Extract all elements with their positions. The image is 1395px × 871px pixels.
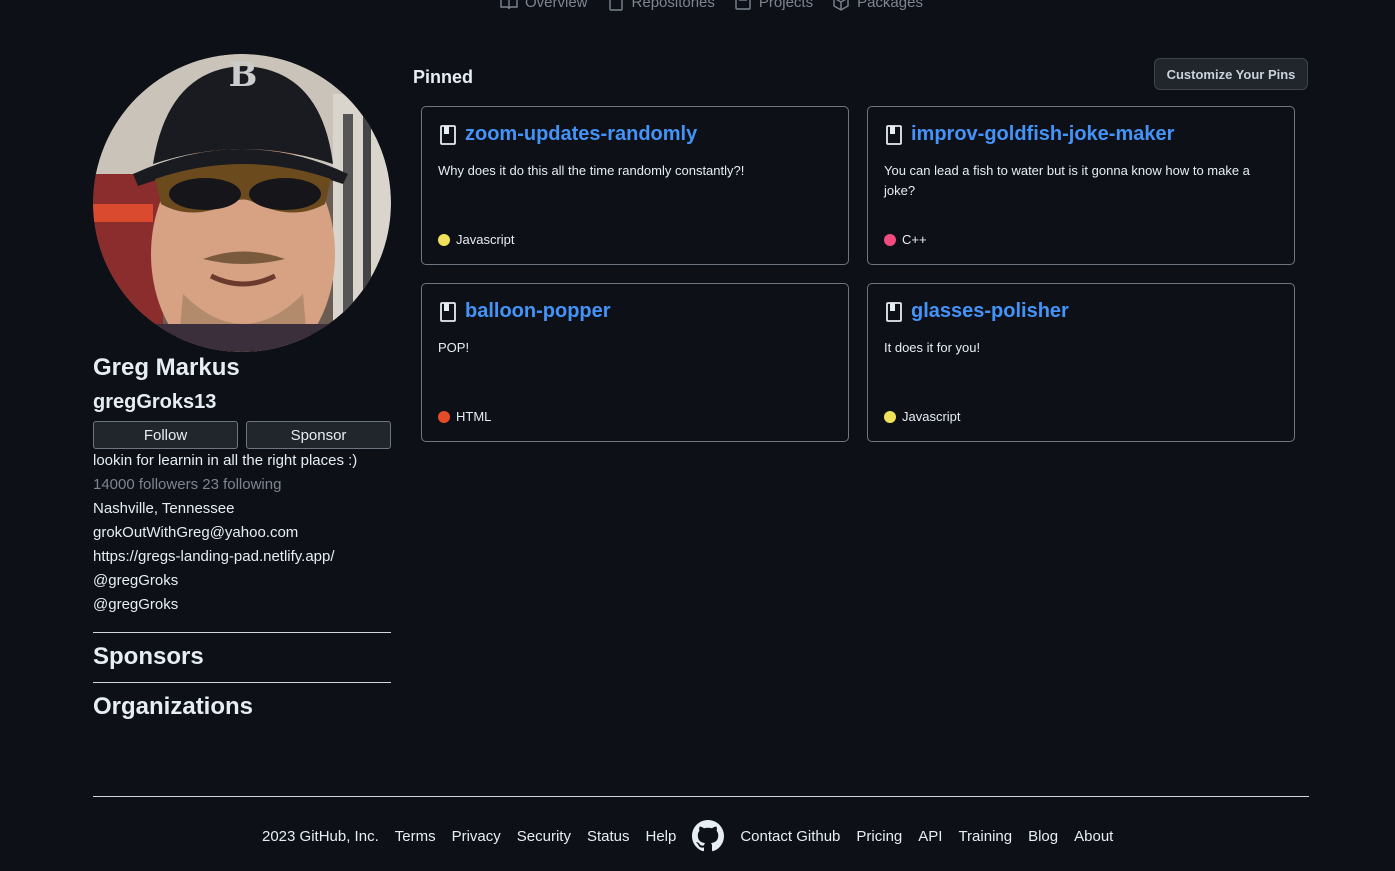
pinned-repo-card[interactable]: glasses-polisher It does it for you! Jav… [867, 283, 1295, 442]
profile-name: Greg Markus [93, 354, 240, 381]
repo-description: You can lead a fish to water but is it g… [884, 163, 1250, 198]
repo-header: glasses-polisher [885, 300, 1069, 323]
repo-icon [886, 301, 902, 322]
divider [93, 682, 391, 683]
footer: 2023 GitHub, Inc. Terms Privacy Security… [262, 820, 1113, 852]
repo-title-link[interactable]: zoom-updates-randomly [465, 123, 697, 146]
tab-overview[interactable]: Overview [499, 0, 588, 12]
tab-projects[interactable]: Projects [733, 0, 813, 12]
repo-description: Why does it do this all the time randoml… [438, 163, 745, 178]
repo-icon [440, 301, 456, 322]
profile-sidebar: B Greg Markus gregGroks13 Follow Sponsor… [93, 54, 391, 721]
language-label: Javascript [902, 409, 961, 424]
language-label: HTML [456, 409, 492, 424]
repo-title-link[interactable]: improv-goldfish-joke-maker [911, 123, 1174, 146]
pinned-repo-card[interactable]: balloon-popper POP! HTML [421, 283, 849, 442]
follow-button[interactable]: Follow [93, 421, 238, 449]
tab-packages[interactable]: Packages [831, 0, 923, 12]
footer-link-status[interactable]: Status [587, 828, 630, 845]
footer-link-security[interactable]: Security [517, 828, 571, 845]
profile-website[interactable]: https://gregs-landing-pad.netlify.app/ [93, 545, 391, 569]
avatar[interactable]: B [93, 54, 391, 352]
footer-copyright: 2023 GitHub, Inc. [262, 827, 379, 845]
profile-social-link[interactable]: @gregGroks [93, 593, 391, 617]
pinned-heading: Pinned [413, 67, 474, 87]
package-icon [833, 0, 849, 11]
footer-link-blog[interactable]: Blog [1028, 828, 1058, 845]
profile-bio: lookin for learnin in all the right plac… [93, 452, 358, 469]
book-icon [500, 0, 518, 10]
tab-packages-label: Packages [857, 0, 923, 11]
svg-text:B: B [229, 55, 258, 95]
profile-location: Nashville, Tennessee [93, 500, 235, 517]
repo-icon [608, 0, 623, 11]
sponsors-heading: Sponsors [93, 643, 204, 670]
repo-language: C++ [884, 232, 927, 247]
repo-title-link[interactable]: glasses-polisher [911, 300, 1069, 323]
footer-link-help[interactable]: Help [645, 828, 676, 845]
organizations-heading: Organizations [93, 693, 254, 720]
profile-login: gregGroks13 [93, 391, 217, 413]
footer-link-terms[interactable]: Terms [395, 828, 436, 845]
footer-link-pricing[interactable]: Pricing [856, 828, 902, 845]
repo-language: Javascript [884, 409, 961, 424]
footer-link-contact[interactable]: Contact Github [740, 828, 840, 845]
footer-link-about[interactable]: About [1074, 828, 1113, 845]
repo-language: HTML [438, 409, 491, 424]
language-color-dot [438, 233, 450, 246]
profile-actions: Follow Sponsor [93, 421, 391, 449]
tab-projects-label: Projects [758, 0, 814, 11]
repo-language: Javascript [438, 232, 515, 247]
repo-description: It does it for you! [884, 340, 981, 355]
project-icon [735, 0, 751, 10]
sponsor-button[interactable]: Sponsor [246, 421, 391, 449]
profile-social-link[interactable]: @gregGroks [93, 569, 391, 593]
pinned-repo-card[interactable]: improv-goldfish-joke-maker You can lead … [867, 106, 1295, 265]
language-label: Javascript [456, 232, 515, 247]
footer-link-training[interactable]: Training [958, 828, 1012, 845]
repo-header: zoom-updates-randomly [439, 123, 697, 146]
language-color-dot [438, 410, 450, 423]
pinned-repo-card[interactable]: zoom-updates-randomly Why does it do thi… [421, 106, 849, 265]
profile-email[interactable]: grokOutWithGreg@yahoo.com [93, 521, 391, 545]
language-label: C++ [902, 232, 927, 247]
github-logo-icon[interactable] [692, 820, 725, 852]
profile-tabs: Overview Repositories Projects Packages [499, 0, 923, 12]
footer-link-api[interactable]: API [918, 828, 942, 845]
repo-title-link[interactable]: balloon-popper [465, 300, 611, 323]
follower-counts[interactable]: 14000 followers 23 following [93, 473, 391, 497]
repo-header: improv-goldfish-joke-maker [885, 123, 1174, 146]
customize-pins-button[interactable]: Customize Your Pins [1154, 58, 1308, 90]
tab-repositories[interactable]: Repositories [606, 0, 715, 12]
tab-repositories-label: Repositories [631, 0, 715, 11]
language-color-dot [884, 410, 896, 423]
divider [93, 632, 391, 633]
repo-description: POP! [438, 340, 470, 355]
language-color-dot [884, 233, 896, 246]
footer-link-privacy[interactable]: Privacy [452, 828, 501, 845]
profile-details: lookin for learnin in all the right plac… [93, 449, 391, 617]
footer-divider [93, 796, 1309, 797]
repo-icon [886, 124, 902, 145]
repo-header: balloon-popper [439, 300, 611, 323]
repo-icon [440, 124, 456, 145]
tab-overview-label: Overview [525, 0, 588, 11]
